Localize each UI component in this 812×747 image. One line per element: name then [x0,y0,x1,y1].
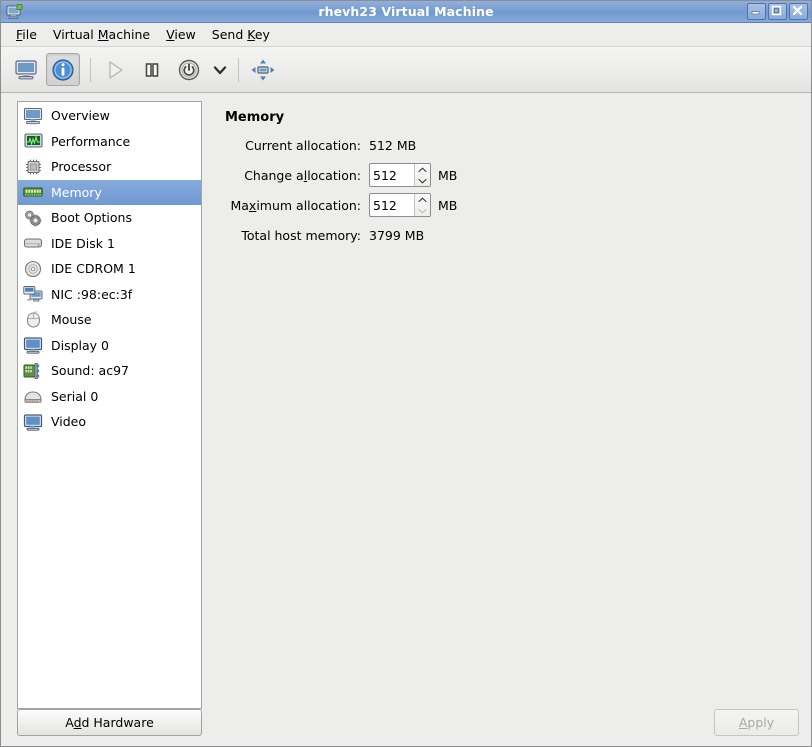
maximum-allocation-spinner[interactable] [369,193,431,217]
sidebar-item-serial-0[interactable]: Serial 0 [18,384,201,410]
apply-button[interactable]: Apply [714,709,799,736]
content-area: Overview Performance [1,93,811,709]
toolbar-separator-1 [90,58,91,82]
add-hardware-button[interactable]: Add Hardware [17,709,202,736]
fullscreen-icon [250,58,276,82]
fullscreen-button[interactable] [246,53,280,86]
change-allocation-input[interactable] [370,164,414,186]
spin-down-icon[interactable] [415,175,430,186]
maximum-allocation-input[interactable] [370,194,414,216]
change-allocation-spinner[interactable] [369,163,431,187]
cpu-chip-icon [22,157,44,177]
sidebar-item-label: IDE Disk 1 [51,236,115,251]
menu-file[interactable]: File [8,25,45,44]
current-allocation-label: Current allocation: [225,138,369,153]
total-host-memory-value: 3799 MB [369,228,424,243]
sidebar-item-label: Processor [51,159,111,174]
sidebar-item-mouse[interactable]: Mouse [18,307,201,333]
monitor-icon [22,106,44,126]
spin-down-icon [415,205,430,216]
gears-icon [22,208,44,228]
play-icon [103,58,127,82]
sidebar-item-ide-cdrom-1[interactable]: IDE CDROM 1 [18,256,201,282]
toolbar-separator-2 [238,58,239,82]
sound-card-icon [22,361,44,381]
console-view-button[interactable] [9,53,43,86]
maximum-allocation-unit: MB [438,198,457,213]
memory-panel: Memory Current allocation: 512 MB Change… [202,101,801,709]
pause-icon [140,58,164,82]
minimize-button[interactable] [747,3,766,20]
computer-icon[interactable] [6,4,24,20]
sidebar-item-overview[interactable]: Overview [18,103,201,129]
shutdown-button[interactable] [172,53,206,86]
shutdown-menu-button[interactable] [209,53,231,86]
menu-send-key[interactable]: Send Key [204,25,278,44]
sidebar-item-label: Display 0 [51,338,109,353]
serial-port-icon [22,386,44,406]
spin-up-icon[interactable] [415,164,430,175]
hardware-list[interactable]: Overview Performance [17,101,202,709]
sidebar-column: Overview Performance [17,101,202,709]
pause-button[interactable] [135,53,169,86]
sidebar-item-performance[interactable]: Performance [18,129,201,155]
sidebar-item-label: Overview [51,108,110,123]
display-icon [22,335,44,355]
menubar: File Virtual Machine View Send Key [1,23,811,47]
maximize-button[interactable] [768,3,787,20]
change-allocation-unit: MB [438,168,457,183]
total-host-memory-row: Total host memory: 3799 MB [225,223,801,247]
run-button[interactable] [98,53,132,86]
sidebar-item-label: Video [51,414,86,429]
maximum-allocation-label: Maximum allocation: [225,198,369,213]
bottom-bar: Add Hardware Apply [1,709,811,746]
menu-file-label: ile [22,27,37,42]
current-allocation-row: Current allocation: 512 MB [225,133,801,157]
window-title: rhevh23 Virtual Machine [1,4,811,19]
sidebar-item-label: Performance [51,134,130,149]
toolbar [1,47,811,93]
sidebar-item-label: Boot Options [51,210,132,225]
mouse-icon [22,310,44,330]
sidebar-item-label: Memory [51,185,102,200]
change-allocation-row: Change allocation: MB [225,163,801,187]
window-titlebar[interactable]: rhevh23 Virtual Machine [1,1,811,23]
menu-view[interactable]: View [158,25,204,44]
maximum-allocation-row: Maximum allocation: MB [225,193,801,217]
virtual-machine-window: rhevh23 Virtual Machine File Virtual Mac… [0,0,812,747]
maximum-allocation-spin-buttons[interactable] [414,194,430,216]
memory-stick-icon [22,182,44,202]
close-button[interactable] [789,3,808,20]
total-host-memory-label: Total host memory: [225,228,369,243]
sidebar-item-label: Serial 0 [51,389,98,404]
power-icon [177,58,201,82]
sidebar-item-nic[interactable]: NIC :98:ec:3f [18,282,201,308]
details-view-button[interactable] [46,53,80,86]
sidebar-item-memory[interactable]: Memory [18,180,201,206]
current-allocation-value: 512 MB [369,138,416,153]
sidebar-item-ide-disk-1[interactable]: IDE Disk 1 [18,231,201,257]
sidebar-item-processor[interactable]: Processor [18,154,201,180]
sidebar-item-display-0[interactable]: Display 0 [18,333,201,359]
change-allocation-label: Change allocation: [225,168,369,183]
harddisk-icon [22,233,44,253]
monitor-icon [14,59,38,81]
sidebar-item-sound[interactable]: Sound: ac97 [18,358,201,384]
chevron-down-icon [212,64,228,76]
sidebar-item-label: Sound: ac97 [51,363,129,378]
cdrom-icon [22,259,44,279]
network-card-icon [22,284,44,304]
sidebar-item-video[interactable]: Video [18,409,201,435]
page-title: Memory [225,110,801,125]
change-allocation-spin-buttons[interactable] [414,164,430,186]
spin-up-icon[interactable] [415,194,430,205]
menu-virtual-machine[interactable]: Virtual Machine [45,25,158,44]
performance-graph-icon [22,131,44,151]
sidebar-item-label: NIC :98:ec:3f [51,287,132,302]
info-icon [51,58,75,82]
video-card-icon [22,412,44,432]
sidebar-item-boot-options[interactable]: Boot Options [18,205,201,231]
sidebar-item-label: IDE CDROM 1 [51,261,136,276]
sidebar-item-label: Mouse [51,312,92,327]
